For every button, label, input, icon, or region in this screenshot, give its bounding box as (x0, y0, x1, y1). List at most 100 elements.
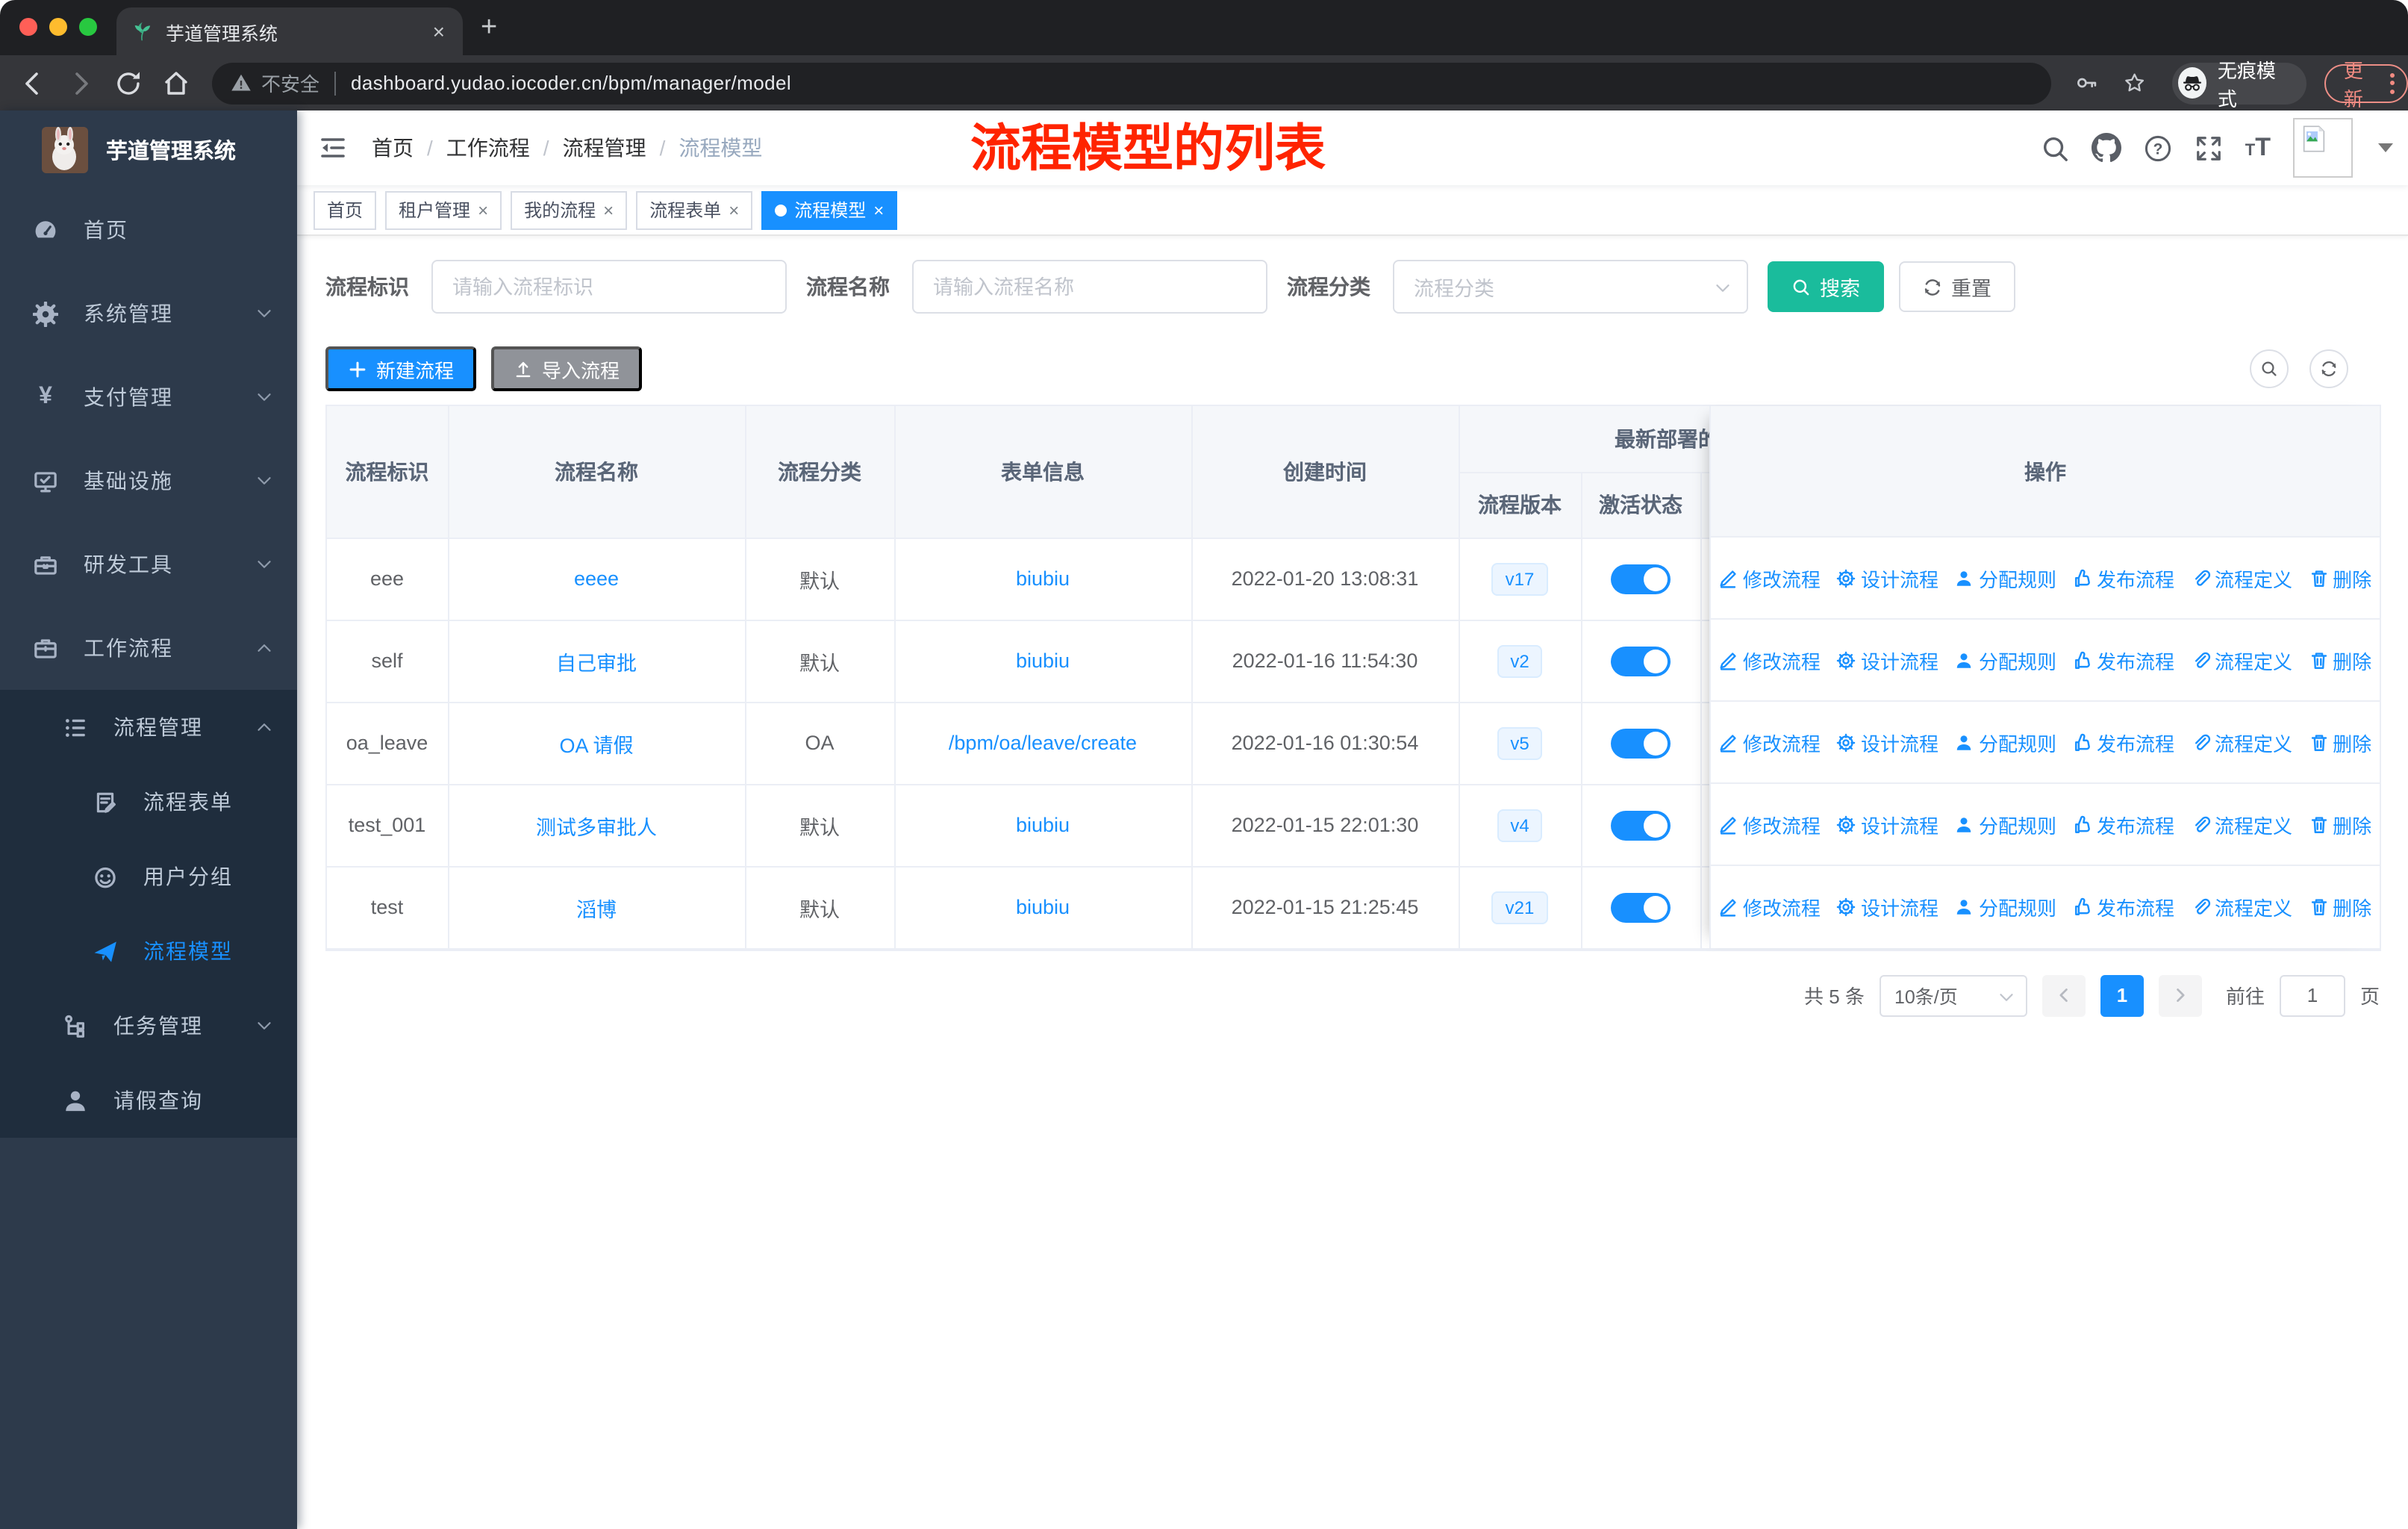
search-button[interactable]: 搜索 (1768, 261, 1884, 312)
sidebar-item-leave-query[interactable]: 请假查询 (0, 1063, 297, 1138)
prev-page-button[interactable] (2042, 974, 2086, 1016)
publish-process-link[interactable]: 发布流程 (2073, 564, 2174, 592)
app-logo[interactable]: 芋道管理系统 (0, 116, 297, 182)
user-caret-down-icon[interactable] (2378, 143, 2393, 152)
bookmark-star-icon[interactable] (2122, 70, 2145, 96)
breadcrumb-process-management[interactable]: 流程管理 (563, 133, 646, 163)
process-definition-link[interactable]: 流程定义 (2191, 564, 2292, 592)
close-icon[interactable]: × (873, 199, 884, 220)
security-chip[interactable]: 不安全 (230, 69, 319, 97)
active-status-toggle[interactable] (1611, 564, 1671, 594)
process-name-link[interactable]: 滔博 (576, 898, 617, 921)
sidebar-item-process-form[interactable]: 流程表单 (0, 764, 297, 839)
breadcrumb-workflow[interactable]: 工作流程 (446, 133, 530, 163)
design-process-link[interactable]: 设计流程 (1837, 646, 1938, 674)
sidebar-item-user-group[interactable]: 用户分组 (0, 839, 297, 914)
process-name-link[interactable]: eeee (574, 567, 619, 590)
publish-process-link[interactable]: 发布流程 (2073, 646, 2174, 674)
reset-button[interactable]: 重置 (1899, 261, 2015, 312)
delete-link[interactable]: 删除 (2309, 564, 2371, 592)
process-name-link[interactable]: 测试多审批人 (536, 816, 657, 838)
sidebar-item-process-management[interactable]: 流程管理 (0, 690, 297, 764)
design-process-link[interactable]: 设计流程 (1837, 728, 1938, 756)
sidebar-item-process-model[interactable]: 流程模型 (0, 914, 297, 988)
form-info-link[interactable]: biubiu (1016, 896, 1070, 918)
tag-my-process[interactable]: 我的流程 × (511, 190, 628, 229)
assign-rule-link[interactable]: 分配规则 (1955, 564, 2056, 592)
show-search-button[interactable] (2250, 349, 2289, 388)
active-status-toggle[interactable] (1611, 646, 1671, 676)
modify-process-link[interactable]: 修改流程 (1719, 646, 1821, 674)
modify-process-link[interactable]: 修改流程 (1719, 893, 1821, 921)
font-size-icon[interactable]: TT (2245, 134, 2271, 161)
breadcrumb-home[interactable]: 首页 (372, 133, 414, 163)
github-icon[interactable] (2092, 133, 2121, 163)
help-icon[interactable] (2144, 134, 2172, 162)
publish-process-link[interactable]: 发布流程 (2073, 810, 2174, 838)
process-key-input[interactable] (431, 260, 787, 314)
goto-page-input[interactable] (2279, 974, 2345, 1016)
modify-process-link[interactable]: 修改流程 (1719, 564, 1821, 592)
tag-tenant[interactable]: 租户管理 × (385, 190, 502, 229)
sidebar-item-infrastructure[interactable]: 基础设施 (0, 439, 297, 523)
form-info-link[interactable]: biubiu (1016, 650, 1070, 672)
assign-rule-link[interactable]: 分配规则 (1955, 646, 2056, 674)
delete-link[interactable]: 删除 (2309, 893, 2371, 921)
process-definition-link[interactable]: 流程定义 (2191, 810, 2292, 838)
process-name-input[interactable] (912, 260, 1267, 314)
form-info-link[interactable]: /bpm/oa/leave/create (949, 732, 1137, 754)
active-status-toggle[interactable] (1611, 810, 1671, 840)
update-browser-button[interactable]: 更新 (2324, 59, 2408, 110)
create-process-button[interactable]: 新建流程 (325, 346, 477, 391)
process-definition-link[interactable]: 流程定义 (2191, 646, 2292, 674)
new-tab-button[interactable]: + (481, 12, 497, 45)
browser-tab[interactable]: 芋道管理系统 × (116, 7, 463, 55)
design-process-link[interactable]: 设计流程 (1837, 810, 1938, 838)
search-icon[interactable] (2041, 134, 2069, 162)
sidebar-item-devtools[interactable]: 研发工具 (0, 523, 297, 606)
tag-home[interactable]: 首页 (314, 190, 377, 229)
page-size-select[interactable]: 10条/页 (1879, 974, 2027, 1016)
avatar[interactable] (2293, 118, 2353, 178)
sidebar-item-workflow[interactable]: 工作流程 (0, 606, 297, 690)
design-process-link[interactable]: 设计流程 (1837, 893, 1938, 921)
process-name-link[interactable]: OA 请假 (559, 734, 633, 756)
import-process-button[interactable]: 导入流程 (491, 346, 643, 391)
browser-menu-icon[interactable] (2389, 72, 2395, 93)
active-status-toggle[interactable] (1611, 892, 1671, 922)
tag-process-form[interactable]: 流程表单 × (636, 190, 753, 229)
assign-rule-link[interactable]: 分配规则 (1955, 728, 2056, 756)
delete-link[interactable]: 删除 (2309, 728, 2371, 756)
publish-process-link[interactable]: 发布流程 (2073, 728, 2174, 756)
reload-icon[interactable] (113, 68, 143, 98)
assign-rule-link[interactable]: 分配规则 (1955, 893, 2056, 921)
next-page-button[interactable] (2158, 974, 2202, 1016)
delete-link[interactable]: 删除 (2309, 646, 2371, 674)
modify-process-link[interactable]: 修改流程 (1719, 810, 1821, 838)
sidebar-item-payment[interactable]: ¥ 支付管理 (0, 355, 297, 439)
process-definition-link[interactable]: 流程定义 (2191, 893, 2292, 921)
close-icon[interactable]: × (603, 199, 614, 220)
zoom-window-button[interactable] (79, 18, 97, 36)
sidebar-item-system[interactable]: 系统管理 (0, 272, 297, 355)
delete-link[interactable]: 删除 (2309, 810, 2371, 838)
modify-process-link[interactable]: 修改流程 (1719, 728, 1821, 756)
form-info-link[interactable]: biubiu (1016, 567, 1070, 590)
close-window-button[interactable] (19, 18, 37, 36)
home-icon[interactable] (161, 68, 191, 98)
active-status-toggle[interactable] (1611, 728, 1671, 758)
tag-process-model-active[interactable]: 流程模型 × (761, 190, 898, 229)
minimize-window-button[interactable] (49, 18, 67, 36)
address-bar[interactable]: 不安全 dashboard.yudao.iocoder.cn/bpm/manag… (212, 62, 2051, 104)
sidebar-item-task-management[interactable]: 任务管理 (0, 988, 297, 1063)
close-icon[interactable]: × (478, 199, 488, 220)
page-number-current[interactable]: 1 (2100, 974, 2144, 1016)
refresh-table-button[interactable] (2309, 349, 2348, 388)
form-info-link[interactable]: biubiu (1016, 814, 1070, 836)
process-name-link[interactable]: 自己审批 (556, 652, 637, 674)
tab-close-icon[interactable]: × (430, 19, 448, 43)
back-icon[interactable] (18, 68, 48, 98)
process-definition-link[interactable]: 流程定义 (2191, 728, 2292, 756)
assign-rule-link[interactable]: 分配规则 (1955, 810, 2056, 838)
forward-icon[interactable] (66, 68, 96, 98)
